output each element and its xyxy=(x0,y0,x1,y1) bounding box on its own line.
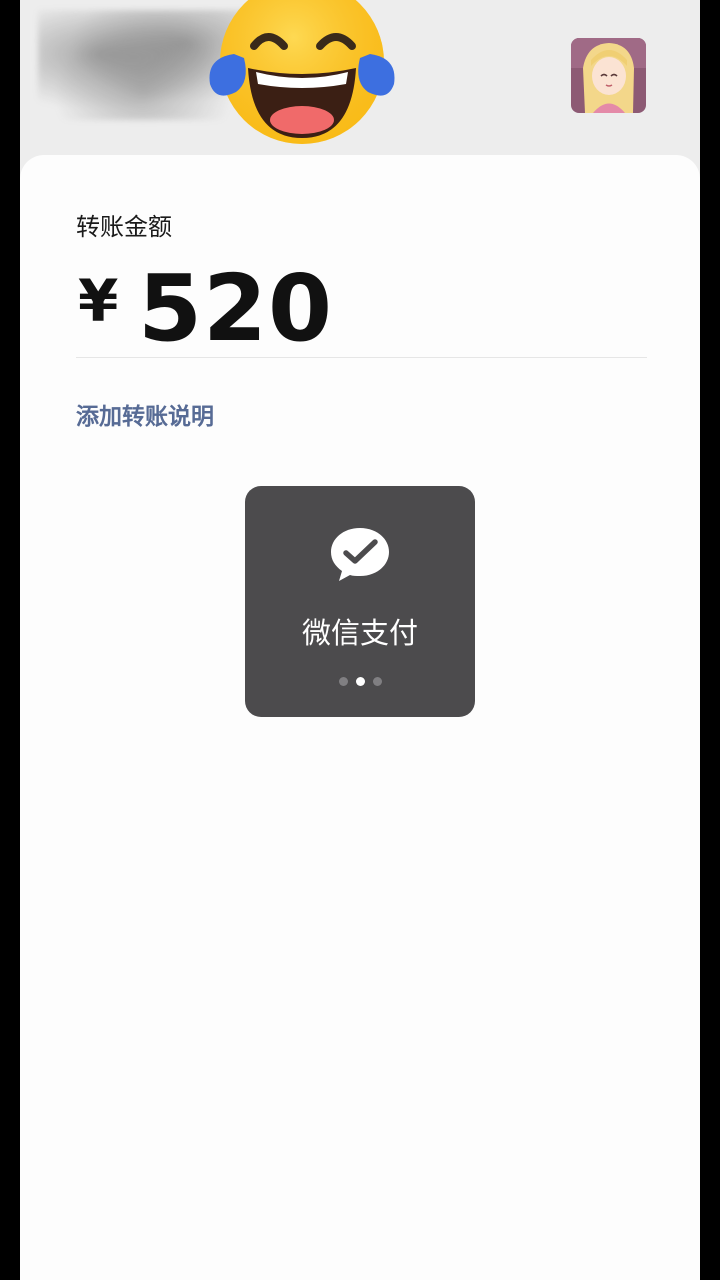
divider xyxy=(76,357,647,358)
loading-dots xyxy=(245,677,475,686)
amount-value[interactable]: 520 xyxy=(138,255,333,362)
blonde-cartoon-girl-avatar xyxy=(571,38,646,113)
loading-dot xyxy=(372,677,382,686)
add-transfer-note-link[interactable]: 添加转账说明 xyxy=(76,397,214,431)
avatar[interactable] xyxy=(571,38,646,113)
face-with-tears-of-joy-icon xyxy=(209,0,395,144)
transfer-card: 转账金额 ¥ 520 添加转账说明 微信支付 xyxy=(20,155,700,1280)
amount-label: 转账金额 xyxy=(76,213,172,241)
toast-text: 微信支付 xyxy=(301,616,418,650)
wechat-pay-icon xyxy=(331,528,389,581)
screen: 转账金额 ¥ 520 添加转账说明 微信支付 xyxy=(20,0,700,1280)
loading-dot xyxy=(338,677,348,686)
wechat-pay-loading-toast: 微信支付 xyxy=(245,486,475,717)
currency-symbol: ¥ xyxy=(78,267,119,335)
header xyxy=(20,0,700,160)
loading-dot-active xyxy=(355,677,365,686)
